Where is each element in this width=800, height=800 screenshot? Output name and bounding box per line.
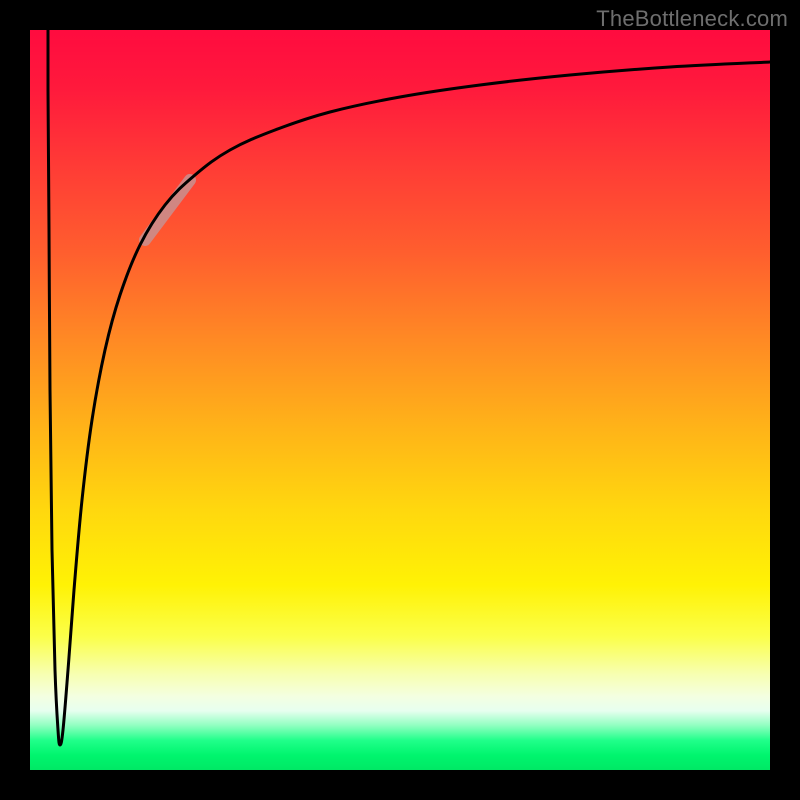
plot-area	[30, 30, 770, 770]
curve-highlight-segment	[145, 180, 190, 240]
chart-container: { "watermark": "TheBottleneck.com", "cha…	[0, 0, 800, 800]
watermark-text: TheBottleneck.com	[596, 6, 788, 32]
curve-svg	[30, 30, 770, 770]
curve-main	[48, 30, 770, 745]
